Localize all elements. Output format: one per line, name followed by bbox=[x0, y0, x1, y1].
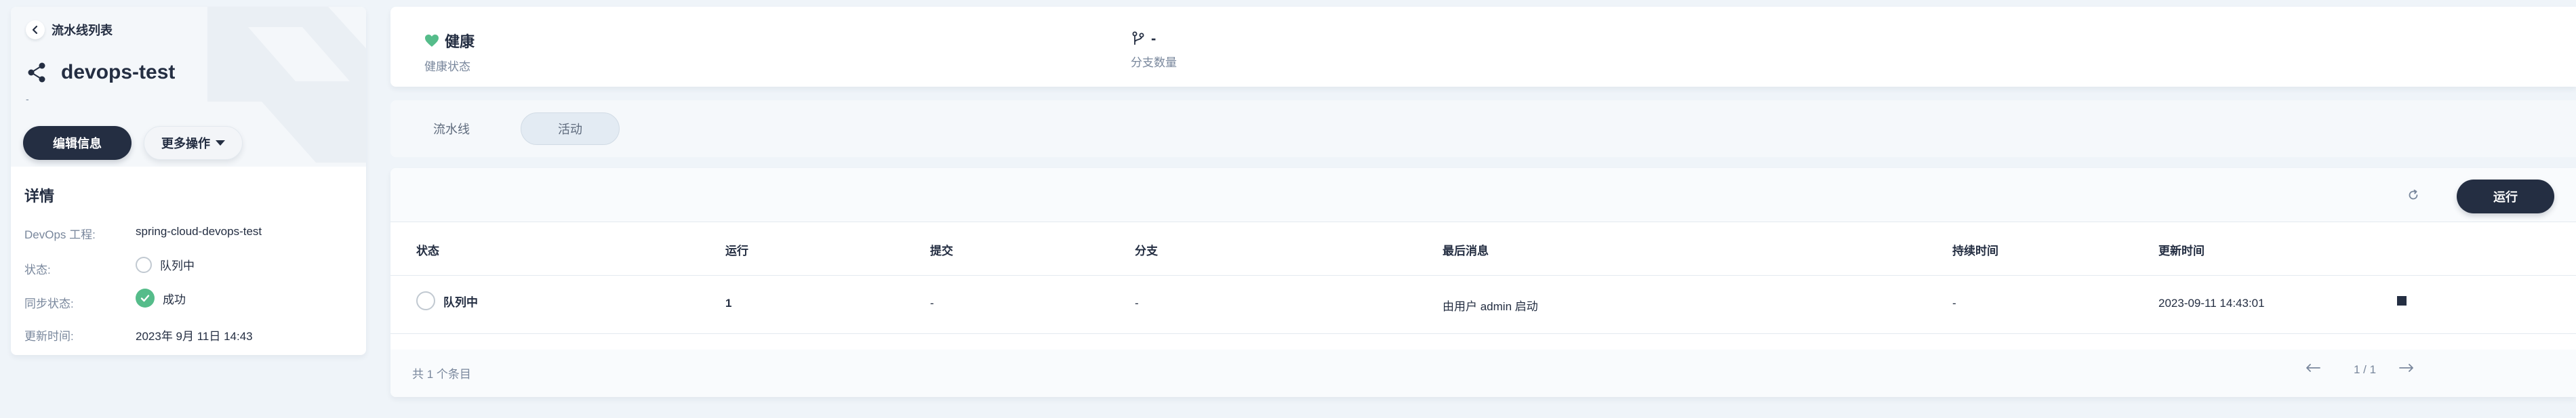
updated-time-label: 更新时间: bbox=[24, 330, 74, 343]
header-divider bbox=[390, 275, 2576, 276]
row-updated: 2023-09-11 14:43:01 bbox=[2158, 297, 2265, 310]
more-actions-button[interactable]: 更多操作 bbox=[144, 126, 243, 160]
header-status: 状态 bbox=[416, 245, 439, 257]
pipeline-icon bbox=[28, 62, 45, 83]
branch-count: - 分支数量 bbox=[1131, 30, 1177, 70]
pipeline-detail-card: 流水线列表 devops-test - 编辑信息 更多操作 详情 DevOps … bbox=[11, 7, 366, 355]
header-duration: 持续时间 bbox=[1952, 245, 1998, 257]
edit-info-button[interactable]: 编辑信息 bbox=[23, 126, 132, 160]
refresh-icon bbox=[2409, 189, 2418, 200]
table-footer bbox=[390, 350, 2576, 397]
next-page-button[interactable] bbox=[2398, 363, 2415, 373]
health-label: 健康状态 bbox=[424, 60, 470, 73]
updated-time-text: 2023年 9月 11日 14:43 bbox=[136, 330, 253, 343]
row-branch: - bbox=[1135, 297, 1139, 310]
back-to-pipelines-link[interactable]: 流水线列表 bbox=[26, 20, 113, 39]
more-actions-label: 更多操作 bbox=[161, 137, 210, 150]
page-indicator: 1 / 1 bbox=[2354, 363, 2377, 376]
stop-run-icon[interactable] bbox=[2397, 296, 2407, 306]
branch-icon bbox=[1132, 31, 1144, 45]
queued-status-icon bbox=[416, 291, 435, 310]
row-duration: - bbox=[1952, 297, 1956, 310]
row-status: 队列中 bbox=[443, 295, 478, 309]
arrow-right-icon bbox=[2399, 364, 2413, 372]
pipeline-description: - bbox=[26, 93, 29, 104]
refresh-button[interactable] bbox=[2404, 186, 2423, 205]
header-updated-time: 更新时间 bbox=[2158, 245, 2205, 257]
success-check-icon bbox=[136, 289, 155, 308]
devops-project-value: spring-cloud-devops-test bbox=[136, 225, 262, 238]
heart-icon bbox=[425, 35, 439, 47]
details-title: 详情 bbox=[24, 188, 55, 205]
header-commit: 提交 bbox=[930, 245, 953, 257]
branch-label: 分支数量 bbox=[1131, 56, 1177, 69]
pipeline-header: 流水线列表 devops-test - 编辑信息 更多操作 bbox=[11, 7, 366, 167]
status-value: 队列中 bbox=[136, 256, 195, 273]
prev-page-button[interactable] bbox=[2305, 363, 2321, 373]
header-run: 运行 bbox=[725, 245, 748, 257]
pipeline-tabs: 流水线 活动 bbox=[390, 100, 2576, 157]
table-row[interactable]: 队列中 bbox=[416, 291, 478, 310]
sync-status-value: 成功 bbox=[136, 289, 186, 308]
header-last-message: 最后消息 bbox=[1443, 245, 1489, 257]
chevron-left-icon bbox=[26, 20, 45, 39]
arrow-left-icon bbox=[2306, 364, 2320, 372]
row-run[interactable]: 1 bbox=[725, 297, 731, 310]
sync-status-text: 成功 bbox=[163, 293, 186, 306]
status-label: 状态: bbox=[24, 264, 51, 276]
tab-activity[interactable]: 活动 bbox=[521, 112, 620, 145]
total-count: 共 1 个条目 bbox=[412, 368, 471, 381]
sync-status-label: 同步状态: bbox=[24, 297, 74, 310]
queued-status-icon bbox=[136, 256, 152, 273]
caret-down-icon bbox=[216, 140, 225, 146]
pipeline-title-row: devops-test bbox=[26, 61, 175, 84]
table-toolbar bbox=[390, 168, 2576, 222]
updated-time-value: 2023年 9月 11日 14:43 bbox=[136, 327, 253, 343]
branch-value: - bbox=[1151, 30, 1156, 47]
pipeline-status-card: 健康 健康状态 - 分支数量 bbox=[390, 7, 2576, 87]
row-commit: - bbox=[930, 297, 934, 310]
health-status: 健康 健康状态 bbox=[424, 30, 475, 74]
row-divider bbox=[390, 333, 2576, 334]
activity-table-card: 运行 状态 运行 提交 分支 最后消息 持续时间 更新时间 队列中 1 - - … bbox=[390, 168, 2576, 397]
page-title: devops-test bbox=[61, 61, 176, 83]
tab-pipeline[interactable]: 流水线 bbox=[411, 112, 492, 145]
run-button[interactable]: 运行 bbox=[2457, 180, 2554, 213]
health-value: 健康 bbox=[445, 33, 475, 50]
back-link-label: 流水线列表 bbox=[52, 24, 113, 37]
devops-project-text: spring-cloud-devops-test bbox=[136, 225, 262, 238]
row-message: 由用户 admin 启动 bbox=[1443, 300, 1538, 313]
header-branch: 分支 bbox=[1135, 245, 1158, 257]
devops-project-label: DevOps 工程: bbox=[24, 228, 96, 241]
status-text: 队列中 bbox=[160, 259, 195, 272]
